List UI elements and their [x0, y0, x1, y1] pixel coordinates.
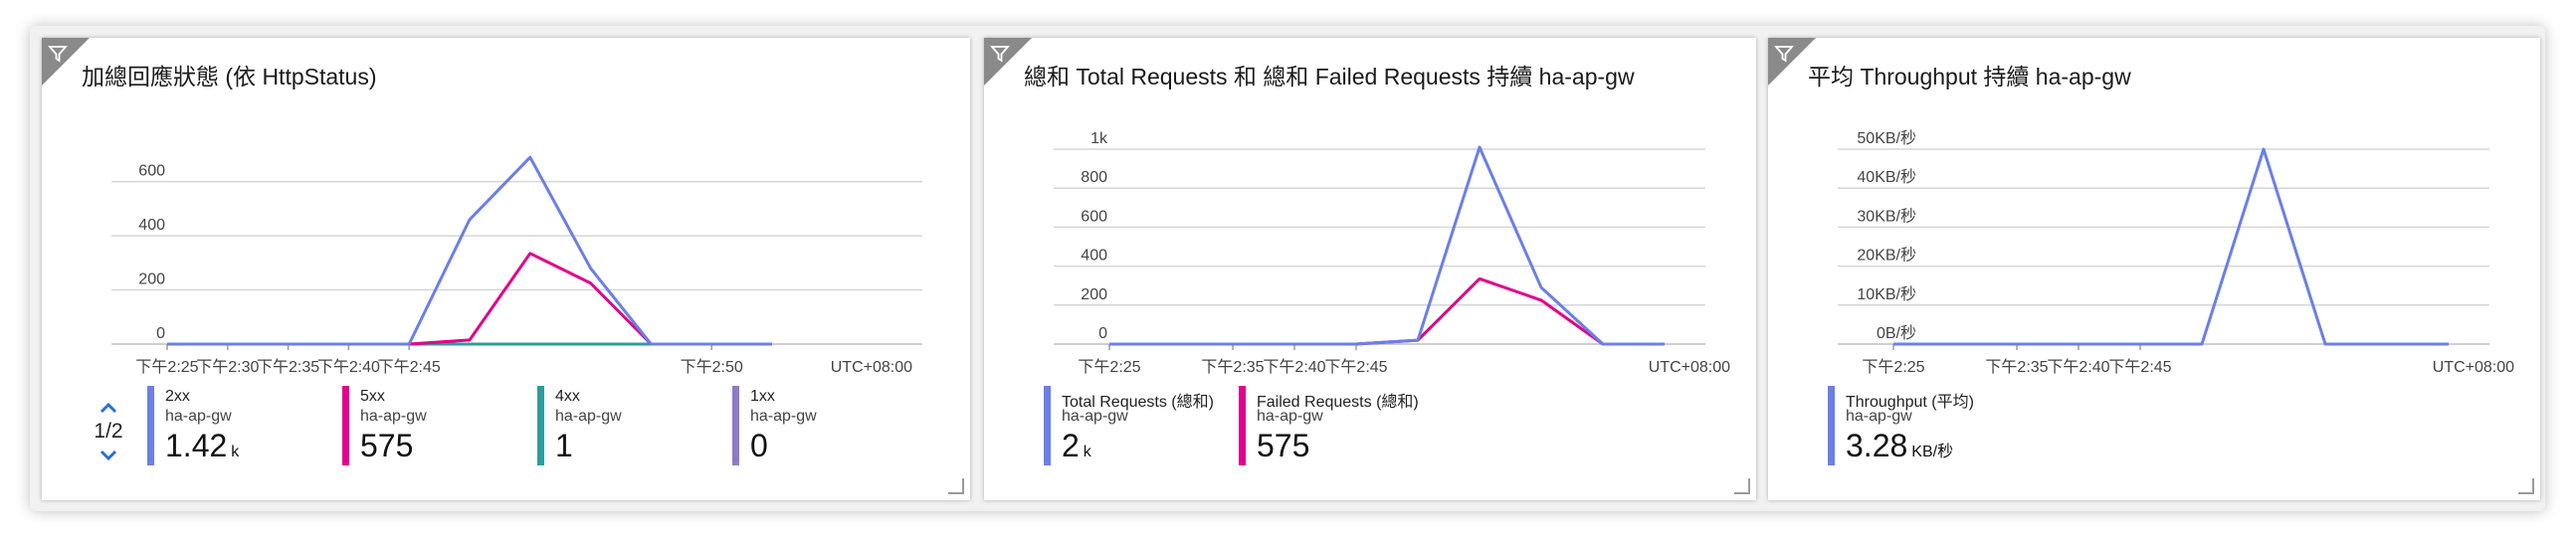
legend-pager: 1/2	[92, 398, 125, 465]
series-line-total-requests-[interactable]	[1109, 145, 1665, 346]
x-tick-label: 下午2:30	[196, 358, 259, 376]
y-tick-label: 1k	[1090, 130, 1108, 147]
chart-requests[interactable]: 0 200 400 600 800 1k 下午2:25 下午2:35下午2:40下午2:45 U…	[984, 38, 1756, 376]
y-tick-label: 600	[1081, 208, 1107, 225]
timezone-label: UTC+08:00	[1649, 359, 1730, 376]
x-tick-label: 下午2:45	[378, 358, 441, 376]
legend-swatch	[1044, 386, 1051, 465]
legend-swatch	[1828, 386, 1835, 465]
x-tick-label: 下午2:40	[2047, 358, 2109, 376]
y-tick-label: 50KB/秒	[1857, 129, 1916, 147]
resize-handle[interactable]	[948, 478, 964, 494]
legend-value: 0	[750, 428, 768, 463]
chart-http-status[interactable]: 0 200 400 600 下午2:25下午2:30下午2:35下午2:40下午2:45…	[42, 38, 970, 376]
resize-handle[interactable]	[2518, 478, 2534, 494]
legend-resource: ha-ap-gw	[360, 408, 427, 425]
series-line-5xx[interactable]	[167, 252, 772, 346]
tile-requests[interactable]: 總和 Total Requests 和 總和 Failed Requests 持…	[984, 38, 1756, 500]
legend-resource: ha-ap-gw	[1257, 408, 1323, 425]
legend-value: 575	[360, 428, 414, 463]
legend-value: 1	[555, 428, 573, 463]
y-tick-label: 200	[1081, 286, 1107, 303]
legend-swatch	[732, 386, 739, 465]
series-line-throughput-[interactable]	[1893, 147, 2449, 346]
x-tick-label: 下午2:35	[1985, 358, 2048, 376]
x-tick-label: 下午2:40	[1263, 358, 1325, 376]
x-tick-label: 下午2:45	[2108, 358, 2171, 376]
y-tick-label: 600	[138, 163, 165, 180]
legend-swatch	[147, 386, 154, 465]
x-tick-label: 下午2:35	[1201, 358, 1264, 376]
series-line-2xx[interactable]	[167, 155, 772, 346]
y-tick-label: 200	[138, 271, 165, 288]
legend-name: 2xx	[165, 388, 190, 405]
legend-name: 1xx	[750, 388, 775, 405]
y-tick-label: 0	[156, 325, 165, 342]
chevron-up-icon[interactable]	[92, 398, 125, 418]
y-tick-label: 10KB/秒	[1857, 285, 1916, 303]
tile-http-status[interactable]: 加總回應狀態 (依 HttpStatus) 0 200 400 600 下午2:25 下午…	[42, 38, 970, 500]
legend-name: 5xx	[360, 388, 385, 405]
tile-throughput[interactable]: 平均 Throughput 持續 ha-ap-gw 0B/秒 10KB/秒 20KB…	[1768, 38, 2540, 500]
legend-resource: ha-ap-gw	[555, 408, 622, 425]
resize-handle[interactable]	[1734, 478, 1750, 494]
chevron-down-icon[interactable]	[92, 446, 125, 465]
y-tick-label: 400	[1081, 248, 1107, 265]
legend-resource: ha-ap-gw	[1062, 408, 1128, 425]
x-tick-label: 下午2:45	[1324, 358, 1387, 376]
series-line-failed-requests-[interactable]	[1109, 276, 1665, 346]
chart-throughput[interactable]: 0B/秒 10KB/秒 20KB/秒 30KB/秒 40KB/秒 50KB/秒下午2:25…	[1768, 38, 2540, 376]
x-tick-label: 下午2:40	[317, 358, 380, 376]
legend-resource: ha-ap-gw	[1846, 408, 1912, 425]
legend-value: 2k	[1062, 428, 1091, 463]
x-tick-label: 下午2:25	[135, 358, 198, 376]
legend-value: 3.28 KB/秒	[1846, 428, 1954, 463]
legend-swatch	[1239, 386, 1246, 465]
y-tick-label: 40KB/秒	[1857, 168, 1916, 186]
y-tick-label: 400	[138, 217, 165, 234]
timezone-label: UTC+08:00	[2433, 359, 2514, 376]
pager-label: 1/2	[94, 420, 123, 443]
legend-resource: ha-ap-gw	[750, 408, 817, 425]
legend-swatch	[537, 386, 544, 465]
legend-name: 4xx	[555, 388, 580, 405]
legend-swatch	[342, 386, 349, 465]
x-tick-label: 下午2:25	[1862, 358, 1924, 376]
y-tick-label: 0B/秒	[1877, 324, 1916, 342]
y-tick-label: 20KB/秒	[1857, 247, 1916, 265]
y-tick-label: 0	[1098, 325, 1107, 342]
x-tick-label: 下午2:25	[1078, 358, 1140, 376]
y-tick-label: 30KB/秒	[1857, 207, 1916, 225]
x-tick-label: 下午2:50	[681, 358, 743, 376]
legend-resource: ha-ap-gw	[165, 408, 232, 425]
legend-value: 1.42 k	[165, 428, 240, 463]
y-tick-label: 800	[1081, 169, 1107, 186]
timezone-label: UTC+08:00	[831, 359, 912, 376]
legend-value: 575	[1257, 428, 1310, 463]
x-tick-label: 下午2:35	[257, 358, 319, 376]
